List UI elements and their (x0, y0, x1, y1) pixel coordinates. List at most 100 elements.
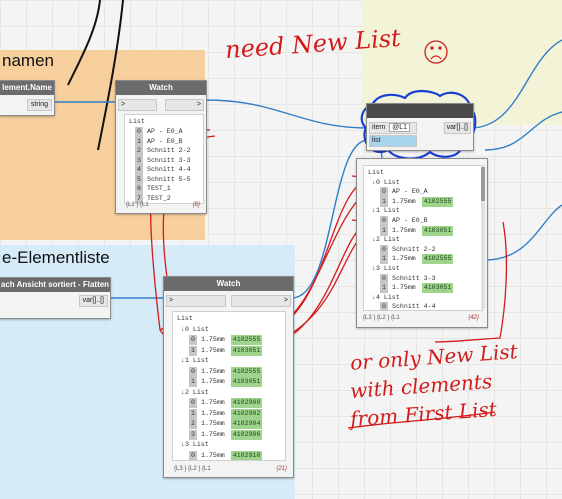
item-count: {42} (468, 315, 479, 321)
node-title: lement.Name (0, 81, 54, 95)
list-value: 1.75mm (201, 409, 225, 417)
list-item: 2 1.75mm 4102904 (189, 419, 285, 429)
list-header-label: ↓1 List (181, 357, 209, 364)
element-id: 4102904 (230, 419, 263, 429)
watch-output[interactable]: List 0 AP - E0_A 1 AP - E0_B 2 Schnitt 2-2 3 Sc… (124, 114, 204, 204)
list-index: 1 (380, 254, 388, 265)
list-header-label: ↓3 List (372, 265, 400, 272)
watch-levels: {L3 } {L2 } {L1 (363, 315, 400, 321)
list-index: 0 (135, 127, 143, 137)
list-value: 1.75mm (392, 255, 416, 263)
list-index: 1 (135, 136, 143, 147)
new-list-node[interactable]: item @L1 list var[]..[] (366, 103, 474, 151)
element-name-node[interactable]: lement.Name string (0, 80, 55, 116)
watch-node-3[interactable]: List ↓0 List 0 AP - E0_A 1 1.75mm 4102555 ↓1 Li… (356, 158, 488, 328)
list-value: AP - E0_B (392, 217, 428, 224)
list-value: Schnitt 5-5 (147, 175, 191, 183)
list-header: ↓0 List (372, 178, 482, 188)
list-value: TEST_1 (147, 185, 171, 192)
list-header-label: ↓0 List (372, 178, 400, 186)
list-value: 1.75mm (201, 346, 225, 354)
list-index: 0 (380, 244, 388, 255)
wire (469, 39, 562, 129)
input-port[interactable]: > (166, 295, 226, 307)
list-value: Schnitt 2-2 (392, 245, 436, 253)
list-header-label: ↓1 List (372, 207, 400, 215)
list-value: 1.75mm (201, 336, 225, 343)
watch-node-1[interactable]: Watch > > List 0 AP - E0_A 1 AP - E0_B 2 Schn… (115, 80, 207, 214)
node-title: ach Ansicht sortiert - Flatten (0, 278, 110, 292)
list-item: 3 1.75mm 4102906 (189, 429, 285, 440)
element-id: 4102902 (230, 408, 263, 419)
list-value: Schnitt 3-3 (392, 274, 436, 282)
list-index: 0 (380, 187, 388, 198)
watch-output[interactable]: List ↓0 List 0 AP - E0_A 1 1.75mm 4102555 ↓1 Li… (363, 165, 483, 311)
list-value: 1.75mm (392, 284, 416, 292)
list-value: TEST_2 (147, 194, 171, 202)
item-level[interactable]: @L1 (389, 123, 411, 132)
list-index: 1 (189, 408, 197, 419)
list-index: 2 (189, 419, 197, 429)
output-port[interactable]: string (26, 99, 52, 111)
scroll-thumb[interactable] (481, 167, 485, 201)
dynamo-canvas[interactable]: namen e-Elementliste lement.Name string … (0, 0, 562, 499)
list-item: 0 Schnitt 2-2 (380, 244, 482, 255)
sort-flatten-node[interactable]: ach Ansicht sortiert - Flatten var[]..[] (0, 277, 111, 319)
list-value: AP - E0_A (147, 128, 183, 135)
list-header-label: ↓3 List (181, 441, 209, 448)
list-item: 1 1.75mm 4102902 (189, 408, 285, 419)
list-item: 1 1.75mm 4102555 (380, 254, 482, 265)
list-value: 1.75mm (201, 399, 225, 406)
list-index: 1 (189, 345, 197, 356)
list-header-label: ↓0 List (181, 325, 209, 333)
list-value: 1.75mm (392, 197, 416, 205)
list-value: AP - E0_B (147, 137, 183, 145)
black-wire (67, 0, 101, 86)
list-index: 1 (189, 377, 197, 387)
list-header: List (368, 168, 482, 178)
element-id: 4102555 (230, 366, 263, 377)
scrollbar[interactable] (481, 165, 485, 309)
element-id: 4102906 (230, 429, 263, 440)
list-item: 0 AP - E0_A (135, 127, 203, 137)
list-index: 6 (135, 184, 143, 194)
watch-levels: {L2 } {L1 (126, 202, 149, 208)
item-label: item (372, 124, 386, 131)
output-port[interactable]: var[]..[] (443, 122, 471, 134)
list-value: 1.75mm (201, 378, 225, 385)
input-port[interactable]: > (118, 99, 157, 111)
watch-output[interactable]: List ↓0 List 0 1.75mm 4102555 1 1.75mm 4103051 ↓… (172, 311, 286, 461)
list-value: AP - E0_A (392, 188, 428, 196)
list-item: 5 Schnitt 5-5 (135, 174, 203, 185)
list-item: 0 1.75mm 4102900 (189, 398, 285, 408)
node-title: Watch (116, 81, 206, 95)
list-index: 0 (380, 216, 388, 226)
list-index: 5 (135, 174, 143, 185)
list-header-label: ↓2 List (181, 388, 209, 396)
item-input-port[interactable]: item @L1 (369, 122, 417, 134)
list-header: ↓3 List (372, 264, 482, 274)
element-id: 4102555 (421, 196, 454, 207)
output-port[interactable]: var[]..[] (78, 295, 108, 307)
output-port[interactable]: > (165, 99, 204, 111)
element-id: 4103051 (421, 225, 454, 236)
watch-node-2[interactable]: Watch > > List ↓0 List 0 1.75mm 4102555 1 1.75… (163, 276, 294, 478)
list-value: 1.75mm (201, 430, 225, 438)
list-value: 1.75mm (201, 420, 225, 427)
list-index: 0 (189, 366, 197, 377)
list-header: ↓4 List (372, 293, 482, 303)
list-index: 3 (135, 155, 143, 166)
list-input-port[interactable]: list (369, 135, 417, 147)
list-item: 1 AP - E0_B (135, 136, 203, 147)
list-value: Schnitt 2-2 (147, 147, 191, 154)
list-index: 1 (380, 225, 388, 236)
list-header-label: List (177, 315, 193, 322)
list-header: ↓2 List (181, 388, 285, 398)
list-index: 1 (380, 283, 388, 294)
element-id: 4102900 (230, 398, 263, 408)
output-port[interactable]: > (231, 295, 291, 307)
watch-levels: {L3 } {L2 } {L1 (174, 466, 211, 472)
list-value: 1.75mm (392, 226, 416, 234)
list-index: 2 (135, 146, 143, 156)
list-index: 0 (189, 398, 197, 408)
